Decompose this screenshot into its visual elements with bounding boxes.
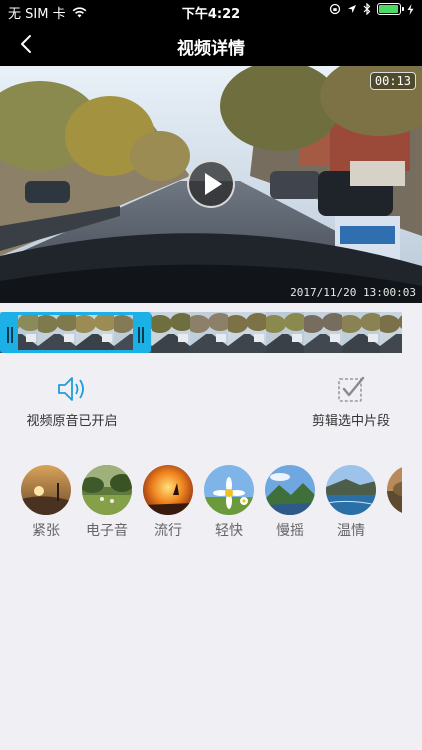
battery-level [379, 5, 398, 13]
play-icon [205, 173, 222, 195]
video-player[interactable]: 00:13 2017/11/20 13:00:03 [0, 66, 422, 303]
orientation-lock-icon [329, 3, 341, 15]
field-icon [82, 465, 132, 515]
clip-segment-button[interactable]: 剪辑选中片段 [311, 374, 391, 429]
music-style-label: 轻快 [215, 523, 243, 539]
speaker-icon [58, 377, 84, 401]
music-style-tense[interactable]: 紧张 [20, 465, 72, 540]
sunset-icon [21, 465, 71, 515]
music-style-label: 紧张 [32, 523, 60, 539]
nav-bar: 视频详情 [0, 22, 422, 66]
timeline-frame [342, 312, 380, 353]
sound-toggle[interactable]: 视频原音已开启 [26, 374, 118, 429]
status-bar: 无 SIM 卡 下午4:22 [0, 0, 422, 22]
video-duration: 00:13 [369, 72, 416, 90]
music-style-lyrical[interactable]: 抒 [386, 465, 402, 540]
page-title: 视频详情 [177, 39, 245, 59]
music-style-slow-rock[interactable]: 慢摇 [264, 465, 316, 540]
music-style-electronic[interactable]: 电子音 [81, 465, 133, 540]
sound-toggle-label: 视频原音已开启 [26, 414, 118, 429]
timeline-selection[interactable] [0, 312, 151, 353]
timeline-frame [228, 312, 266, 353]
daisy-icon [204, 465, 254, 515]
play-button[interactable] [187, 160, 235, 208]
timeline-frame [266, 312, 304, 353]
battery-icon [377, 3, 404, 15]
timeline-frame [152, 312, 190, 353]
timeline-frame [304, 312, 342, 353]
music-style-pop[interactable]: 流行 [142, 465, 194, 540]
music-style-label: 电子音 [86, 523, 128, 539]
bluetooth-icon [363, 3, 371, 15]
mountain-icon [265, 465, 315, 515]
left-drag-handle[interactable] [7, 327, 9, 343]
music-style-list: 紧张 电子音 流行 轻快 慢摇 温情 [0, 465, 402, 545]
right-drag-handle[interactable] [138, 327, 140, 343]
music-style-warm[interactable]: 温情 [325, 465, 377, 540]
coast-icon [326, 465, 376, 515]
music-style-label: 抒 [386, 520, 402, 540]
video-timestamp: 2017/11/20 13:00:03 [290, 286, 416, 299]
music-style-lively[interactable]: 轻快 [203, 465, 255, 540]
checkbox-checked-icon [338, 376, 365, 402]
clip-segment-label: 剪辑选中片段 [311, 414, 390, 429]
music-style-label: 温情 [337, 523, 365, 539]
music-style-label: 流行 [154, 523, 182, 539]
landscape-icon [387, 465, 402, 515]
left-drag-handle-line [11, 327, 13, 343]
timeline-frame [380, 312, 402, 353]
location-icon [348, 5, 356, 13]
right-drag-handle-line [142, 327, 144, 343]
timeline-frame [190, 312, 228, 353]
charging-icon [407, 3, 414, 15]
music-style-label: 慢摇 [276, 523, 304, 539]
status-right [329, 3, 414, 15]
orange-sky-icon [143, 465, 193, 515]
